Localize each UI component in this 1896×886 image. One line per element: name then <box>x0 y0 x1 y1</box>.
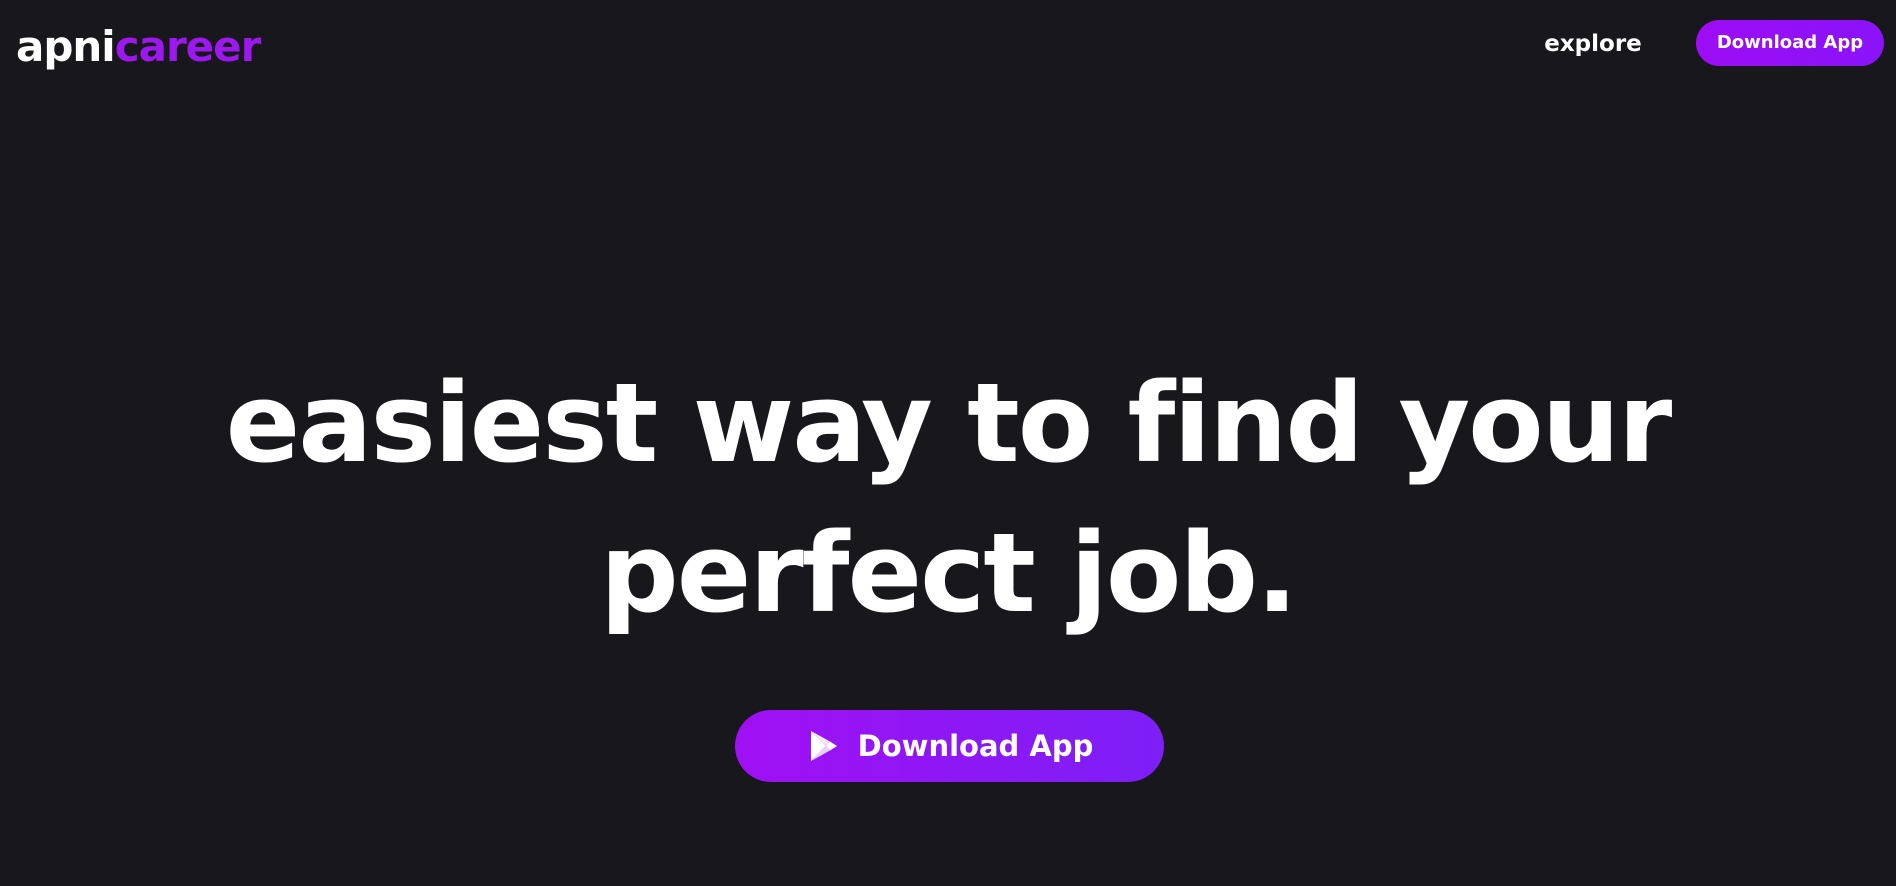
page: apnicareer explore Download App easiest … <box>0 0 1896 886</box>
logo-career: career <box>114 22 262 71</box>
hero-title-line-1: easiest way to find your <box>225 359 1673 487</box>
nav-explore-link[interactable]: explore <box>1540 24 1646 64</box>
hero-title: easiest way to find your perfect job. <box>0 348 1896 648</box>
hero-title-line-2: perfect job. <box>600 509 1298 637</box>
hero-download-app-label: Download App <box>857 729 1094 763</box>
header-download-app-button[interactable]: Download App <box>1696 20 1884 66</box>
logo-apni: apni <box>16 22 116 71</box>
google-play-icon <box>806 729 840 763</box>
hero-download-app-button[interactable]: Download App <box>735 710 1164 782</box>
site-logo[interactable]: apnicareer <box>16 18 262 76</box>
